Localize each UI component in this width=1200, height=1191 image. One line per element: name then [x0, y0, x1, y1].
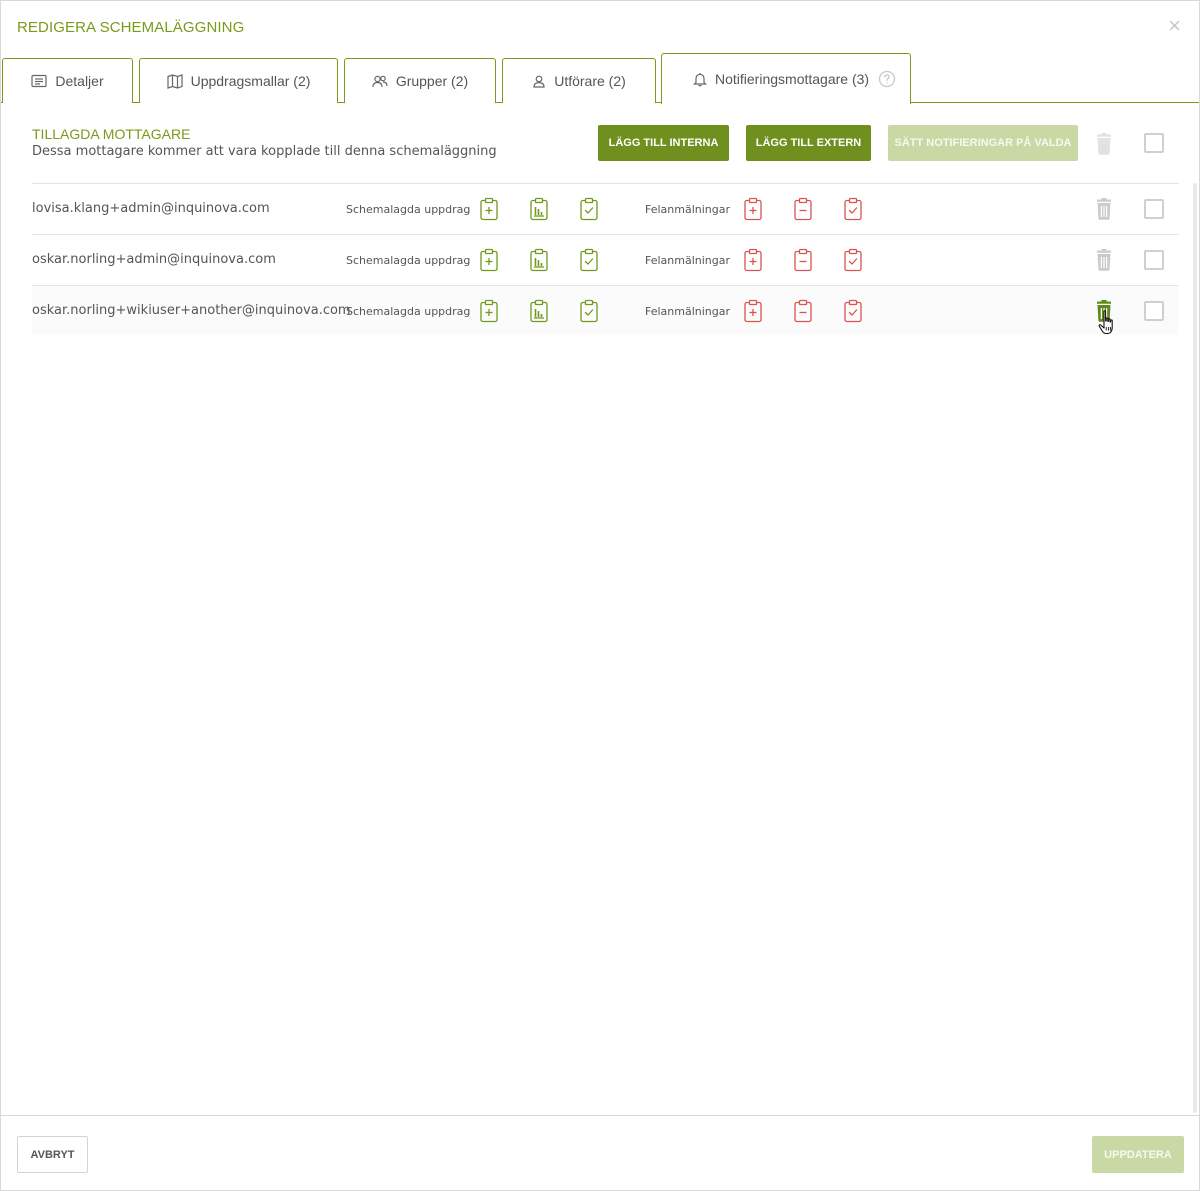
- tab-label: Grupper (2): [395, 73, 469, 89]
- section-subtitle: Dessa mottagare kommer att vara kopplade…: [32, 144, 497, 159]
- trash-icon[interactable]: [1094, 300, 1114, 327]
- recipient-row: oskar.norling+admin@inquinova.com Schema…: [32, 234, 1179, 284]
- bell-icon: [693, 72, 707, 86]
- recipient-row: oskar.norling+wikiuser+another@inquinova…: [32, 285, 1179, 335]
- clipboard-plus-icon[interactable]: [479, 197, 499, 221]
- row-checkbox[interactable]: [1144, 250, 1164, 270]
- recipients-panel: TILLAGDA MOTTAGARE Dessa mottagare komme…: [1, 103, 1199, 1115]
- clipboard-minus-icon[interactable]: [793, 299, 813, 323]
- scheduled-tasks-label: Schemalagda uppdrag: [346, 305, 471, 318]
- question-circle-icon[interactable]: [878, 70, 896, 88]
- scheduled-tasks-label: Schemalagda uppdrag: [346, 203, 471, 216]
- tab-groups[interactable]: Grupper (2): [344, 58, 496, 103]
- clipboard-check-icon[interactable]: [579, 197, 599, 221]
- cancel-button[interactable]: AVBRYT: [17, 1136, 88, 1173]
- scrollbar[interactable]: [1193, 183, 1197, 1113]
- edit-schedule-dialog: REDIGERA SCHEMALÄGGNING × Detaljer Uppdr…: [0, 0, 1200, 1191]
- user-icon: [533, 75, 545, 88]
- tab-details[interactable]: Detaljer: [2, 58, 133, 103]
- fault-reports-label: Felanmälningar: [645, 203, 731, 216]
- select-all-checkbox[interactable]: [1144, 133, 1164, 153]
- fault-reports-label: Felanmälningar: [645, 254, 731, 267]
- delete-selected-trash-icon[interactable]: [1094, 133, 1114, 160]
- section-title: TILLAGDA MOTTAGARE: [32, 126, 191, 142]
- clipboard-chart-icon[interactable]: [529, 197, 549, 221]
- trash-icon[interactable]: [1094, 249, 1114, 276]
- scheduled-tasks-label: Schemalagda uppdrag: [346, 254, 471, 267]
- map-icon: [166, 73, 183, 89]
- tab-templates[interactable]: Uppdragsmallar (2): [139, 58, 338, 103]
- clipboard-check-icon[interactable]: [843, 248, 863, 272]
- dialog-title: REDIGERA SCHEMALÄGGNING: [17, 19, 245, 36]
- clipboard-check-icon[interactable]: [843, 299, 863, 323]
- add-internal-button[interactable]: LÄGG TILL INTERNA: [598, 125, 729, 161]
- recipient-row: lovisa.klang+admin@inquinova.com Schemal…: [32, 183, 1179, 233]
- clipboard-chart-icon[interactable]: [529, 248, 549, 272]
- recipient-email: lovisa.klang+admin@inquinova.com: [32, 201, 270, 216]
- recipient-email: oskar.norling+admin@inquinova.com: [32, 252, 276, 267]
- clipboard-minus-icon[interactable]: [793, 197, 813, 221]
- tab-label: Notifieringsmottagare (3): [715, 71, 870, 87]
- tab-label: Utförare (2): [554, 73, 626, 89]
- tab-label: Uppdragsmallar (2): [190, 73, 311, 89]
- recipient-email: oskar.norling+wikiuser+another@inquinova…: [32, 303, 351, 318]
- dialog-footer: AVBRYT UPPDATERA: [1, 1115, 1199, 1191]
- users-icon: [372, 75, 388, 87]
- clipboard-check-icon[interactable]: [579, 299, 599, 323]
- row-checkbox[interactable]: [1144, 301, 1164, 321]
- add-external-button[interactable]: LÄGG TILL EXTERN: [746, 125, 871, 161]
- set-notifications-button[interactable]: SÄTT NOTIFIERINGAR PÅ VALDA: [888, 125, 1078, 161]
- dialog-header: REDIGERA SCHEMALÄGGNING ×: [1, 1, 1199, 53]
- clipboard-minus-icon[interactable]: [793, 248, 813, 272]
- clipboard-plus-icon[interactable]: [743, 248, 763, 272]
- clipboard-check-icon[interactable]: [843, 197, 863, 221]
- clipboard-plus-icon[interactable]: [743, 197, 763, 221]
- clipboard-chart-icon[interactable]: [529, 299, 549, 323]
- list-icon: [31, 74, 47, 88]
- clipboard-plus-icon[interactable]: [479, 299, 499, 323]
- fault-reports-label: Felanmälningar: [645, 305, 731, 318]
- tab-performers[interactable]: Utförare (2): [502, 58, 656, 103]
- row-checkbox[interactable]: [1144, 199, 1164, 219]
- update-button[interactable]: UPPDATERA: [1092, 1136, 1184, 1173]
- trash-icon[interactable]: [1094, 198, 1114, 225]
- tab-label: Detaljer: [55, 73, 104, 89]
- tab-bar: Detaljer Uppdragsmallar (2) Grupper (2) …: [1, 53, 1199, 104]
- close-icon[interactable]: ×: [1168, 15, 1181, 37]
- tab-notification-recipients[interactable]: Notifieringsmottagare (3): [661, 53, 911, 104]
- clipboard-plus-icon[interactable]: [479, 248, 499, 272]
- clipboard-plus-icon[interactable]: [743, 299, 763, 323]
- clipboard-check-icon[interactable]: [579, 248, 599, 272]
